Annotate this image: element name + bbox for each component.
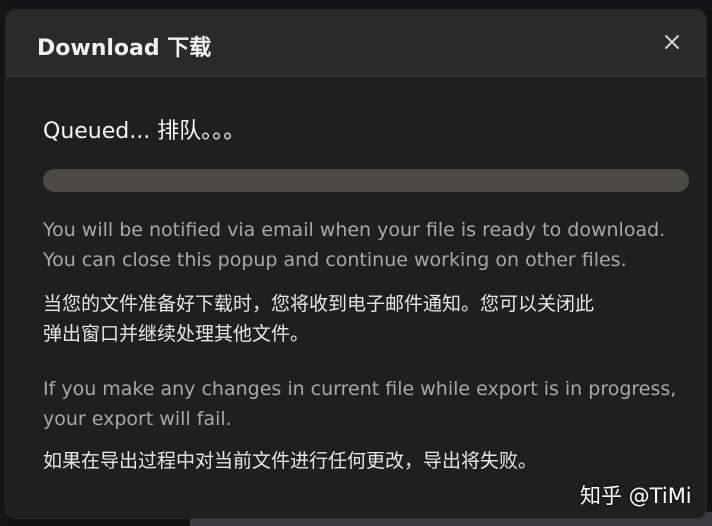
status-text: Queued... 排队。。。: [43, 119, 246, 144]
notify-en-line-1: You will be notified via email when your…: [43, 219, 666, 241]
watermark: 知乎 @TiMi: [580, 484, 692, 508]
notify-en-line-2: You can close this popup and continue wo…: [43, 249, 627, 271]
warn-en-line-1: If you make any changes in current file …: [43, 378, 677, 400]
backdrop-top-strip: [0, 0, 712, 10]
notify-message-zh: 当您的文件准备好下载时，您将收到电子邮件通知。您可以关闭此 弹出窗口并继续处理其…: [43, 289, 689, 349]
close-icon: [665, 35, 679, 49]
warning-message-zh: 如果在导出过程中对当前文件进行任何更改，导出将失败。: [43, 446, 689, 476]
close-button[interactable]: [660, 30, 684, 54]
notify-message-en: You will be notified via email when your…: [43, 215, 689, 275]
modal-title: Download 下载: [37, 36, 212, 61]
warning-message-en: If you make any changes in current file …: [43, 374, 689, 434]
warn-en-line-2: your export will fail.: [43, 408, 232, 430]
notify-zh-line-2: 弹出窗口并继续处理其他文件。: [43, 323, 310, 345]
progress-bar: [43, 169, 689, 192]
download-modal: Download 下载 Queued... 排队。。。 You will be …: [6, 10, 706, 518]
warn-zh-line-1: 如果在导出过程中对当前文件进行任何更改，导出将失败。: [43, 450, 538, 472]
notify-zh-line-1: 当您的文件准备好下载时，您将收到电子邮件通知。您可以关闭此: [43, 293, 595, 315]
modal-header: Download 下载: [6, 10, 706, 77]
